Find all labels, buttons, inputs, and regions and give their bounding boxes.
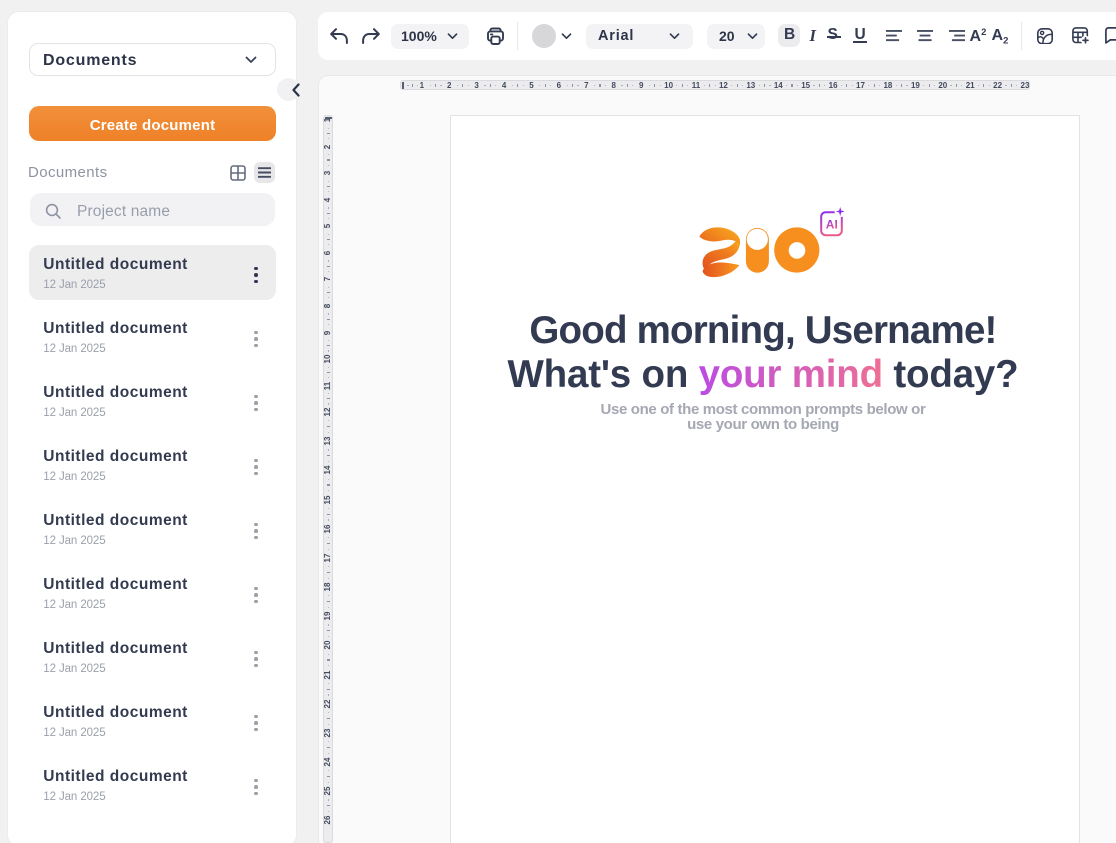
svg-text:AI: AI (826, 218, 838, 232)
